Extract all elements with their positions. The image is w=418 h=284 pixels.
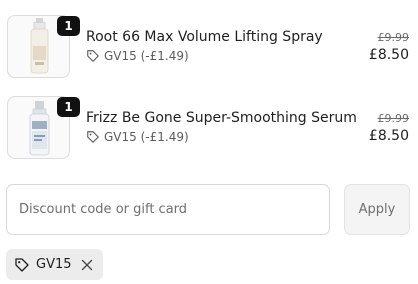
item-discount-label: GV15 (-£1.49) xyxy=(104,49,189,63)
applied-discount-chip: GV15 xyxy=(6,249,103,280)
item-discount-label: GV15 (-£1.49) xyxy=(104,130,189,144)
tag-icon xyxy=(87,131,99,143)
tag-icon xyxy=(87,50,99,62)
tag-icon xyxy=(15,257,29,272)
quantity-badge: 1 xyxy=(57,16,80,36)
discounted-price: £8.50 xyxy=(368,47,409,63)
item-discount: GV15 (-£1.49) xyxy=(86,48,189,64)
original-price: £9.99 xyxy=(377,31,410,44)
item-discount: GV15 (-£1.49) xyxy=(86,129,189,145)
original-price: £9.99 xyxy=(377,112,410,125)
discount-code-input[interactable] xyxy=(6,184,330,235)
applied-code-label: GV15 xyxy=(36,257,72,272)
discounted-price: £8.50 xyxy=(368,128,409,144)
close-icon[interactable] xyxy=(79,257,95,273)
product-title: Frizz Be Gone Super-Smoothing Serum xyxy=(86,110,357,126)
product-thumbnail: 1 xyxy=(7,96,80,159)
line-item: 1 Frizz Be Gone Super-Smoothing Serum GV… xyxy=(0,90,418,160)
apply-button[interactable]: Apply xyxy=(344,184,410,235)
line-item: 1 Root 66 Max Volume Lifting Spray GV15 … xyxy=(0,9,418,79)
product-thumbnail: 1 xyxy=(7,15,80,78)
quantity-badge: 1 xyxy=(57,97,80,117)
product-title: Root 66 Max Volume Lifting Spray xyxy=(86,29,323,45)
